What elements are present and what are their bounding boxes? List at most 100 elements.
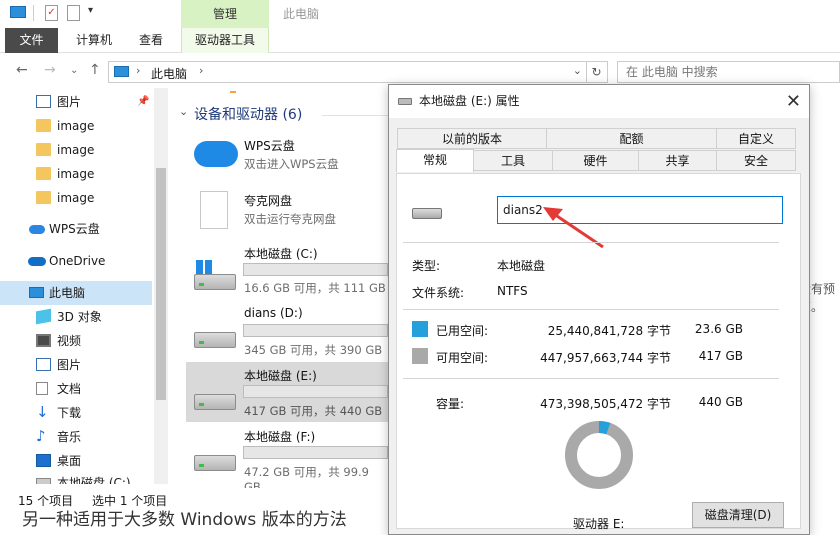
sidebar-item-onedrive[interactable]: OneDrive — [0, 249, 152, 273]
disk-cleanup-button[interactable]: 磁盘清理(D) — [692, 502, 784, 528]
group-header-devices[interactable]: 设备和驱动器 (6) — [194, 104, 302, 124]
sidebar-item-3d-objects[interactable]: 3D 对象 — [0, 305, 152, 329]
ribbon-tabs: 文件 计算机 查看 驱动器工具 — [0, 28, 840, 53]
tab-sharing[interactable]: 共享 — [638, 150, 717, 171]
folder-icon — [36, 191, 51, 204]
3d-objects-icon — [36, 308, 51, 325]
capacity-label: 容量: — [436, 397, 465, 411]
sidebar-item-wps-cloud[interactable]: WPS云盘 — [0, 217, 152, 241]
search-input[interactable]: 在 此电脑 中搜索 — [617, 61, 840, 83]
breadcrumb-chevron-icon[interactable]: › — [136, 64, 140, 77]
pin-icon[interactable]: 📌 — [137, 90, 149, 114]
refresh-icon[interactable]: ↻ — [586, 61, 608, 83]
sidebar-item-pictures[interactable]: 图片 — [0, 353, 152, 377]
item-name: 本地磁盘 (F:) — [244, 430, 316, 444]
sidebar-item-label: 下载 — [57, 406, 82, 420]
list-item-drive-e[interactable]: 本地磁盘 (E:) 417 GB 可用，共 440 GB — [186, 362, 388, 422]
drive-icon — [398, 98, 412, 105]
sidebar-item-label: 此电脑 — [49, 286, 86, 300]
tab-quota[interactable]: 配额 — [546, 128, 717, 149]
customize-qat-icon[interactable]: ▾ — [88, 5, 93, 16]
address-dropdown-icon[interactable]: ⌄ — [573, 64, 582, 77]
sidebar-item-desktop[interactable]: 桌面 — [0, 449, 152, 473]
drive-icon — [194, 332, 236, 348]
usage-bar — [243, 263, 388, 276]
sidebar-item-this-pc[interactable]: 此电脑 — [0, 281, 152, 305]
sidebar-item-documents[interactable]: 文档 — [0, 377, 152, 401]
computer-icon[interactable] — [10, 6, 26, 18]
breadcrumb-chevron-icon[interactable]: › — [199, 64, 203, 77]
list-item-drive-c[interactable]: 本地磁盘 (C:) 16.6 GB 可用，共 111 GB — [186, 245, 388, 297]
properties-icon[interactable]: ✓ — [45, 5, 58, 21]
sidebar-item-videos[interactable]: 视频 — [0, 329, 152, 353]
sidebar-item-music[interactable]: ♪ 音乐 — [0, 425, 152, 449]
breadcrumb-this-pc[interactable]: 此电脑 — [151, 65, 187, 82]
sidebar-item-label: image — [57, 119, 95, 133]
window-title: 此电脑 — [283, 7, 320, 21]
tab-drive-tools[interactable]: 驱动器工具 — [181, 28, 269, 53]
sidebar-item-label: image — [57, 143, 95, 157]
tab-tools[interactable]: 工具 — [473, 150, 553, 171]
quick-access-toolbar: ✓ ▾ — [0, 0, 840, 28]
properties-dialog: 本地磁盘 (E:) 属性 ✕ 以前的版本 配额 自定义 常规 工具 硬件 共享 … — [388, 84, 810, 535]
used-space-swatch — [412, 321, 428, 337]
sidebar-item-image[interactable]: image — [0, 138, 152, 162]
tab-file[interactable]: 文件 — [5, 28, 58, 53]
item-name: WPS云盘 — [244, 139, 295, 153]
separator — [403, 242, 779, 243]
item-subtitle: 417 GB 可用，共 440 GB — [244, 404, 383, 418]
pictures-icon — [36, 358, 51, 371]
recent-locations-icon[interactable]: ⌄ — [70, 65, 78, 76]
tab-customize[interactable]: 自定义 — [716, 128, 796, 149]
tab-general[interactable]: 常规 — [396, 149, 474, 172]
sidebar-item-label: 本地磁盘 (C:) — [57, 476, 131, 484]
item-name: 本地磁盘 (C:) — [244, 247, 318, 261]
tab-security[interactable]: 安全 — [716, 150, 796, 171]
tab-computer[interactable]: 计算机 — [64, 28, 124, 53]
video-icon — [36, 334, 51, 347]
manage-context-tab[interactable]: 管理 — [181, 0, 269, 28]
type-label: 类型: — [412, 259, 441, 273]
sidebar-item-image[interactable]: image — [0, 114, 152, 138]
used-space-label: 已用空间: — [436, 324, 489, 338]
pictures-icon — [36, 95, 51, 108]
sidebar-scrollbar[interactable] — [154, 88, 168, 484]
sidebar-item-label: image — [57, 167, 95, 181]
item-subtitle: 345 GB 可用，共 390 GB — [244, 343, 383, 357]
tab-view[interactable]: 查看 — [128, 28, 174, 53]
capacity-gb: 440 GB — [698, 395, 743, 409]
desktop-icon — [36, 454, 51, 467]
music-icon: ♪ — [36, 427, 46, 445]
group-divider — [322, 115, 388, 116]
sidebar-item-downloads[interactable]: ↓ 下载 — [0, 401, 152, 425]
close-icon[interactable]: ✕ — [786, 85, 801, 118]
separator — [33, 5, 34, 21]
dialog-title-bar[interactable]: 本地磁盘 (E:) 属性 — [389, 85, 809, 118]
folder-icon — [36, 167, 51, 180]
address-box[interactable]: › 此电脑 › ⌄ — [108, 61, 587, 83]
article-line: 另一种适用于大多数 Windows 版本的方法 — [22, 510, 347, 530]
list-item-quark[interactable]: 夸克网盘 双击运行夸克网盘 — [186, 191, 388, 234]
navigation-pane: 图片 📌 image image image image WPS云盘 OneDr… — [0, 88, 170, 484]
list-item-wps-cloud[interactable]: WPS云盘 双击进入WPS云盘 — [186, 137, 388, 177]
tab-hardware[interactable]: 硬件 — [552, 150, 639, 171]
sidebar-item-drive-c[interactable]: 本地磁盘 (C:) — [0, 473, 152, 484]
drive-letter-label: 驱动器 E: — [573, 517, 625, 531]
forward-icon[interactable]: → — [44, 62, 56, 78]
sidebar-item-label: 图片 — [57, 95, 82, 109]
list-item-drive-f[interactable]: 本地磁盘 (F:) 47.2 GB 可用，共 99.9 GB — [186, 428, 388, 494]
sidebar-item-image[interactable]: image — [0, 162, 152, 186]
up-icon[interactable]: ↑ — [89, 62, 101, 78]
scrollbar-thumb[interactable] — [156, 168, 166, 400]
sidebar-item-label: 视频 — [57, 334, 82, 348]
type-value: 本地磁盘 — [497, 259, 546, 273]
back-icon[interactable]: ← — [16, 62, 28, 78]
new-folder-icon[interactable] — [67, 5, 80, 21]
list-item-drive-d[interactable]: dians (D:) 345 GB 可用，共 390 GB — [186, 306, 388, 358]
sidebar-item-pictures-quick[interactable]: 图片 📌 — [0, 90, 152, 114]
sidebar-item-image[interactable]: image — [0, 186, 152, 210]
sidebar-item-label: 文档 — [57, 382, 82, 396]
collapse-group-icon[interactable]: ⌄ — [179, 105, 188, 118]
free-space-bytes: 447,957,663,744 字节 — [540, 351, 671, 365]
tab-previous-versions[interactable]: 以前的版本 — [397, 128, 547, 149]
